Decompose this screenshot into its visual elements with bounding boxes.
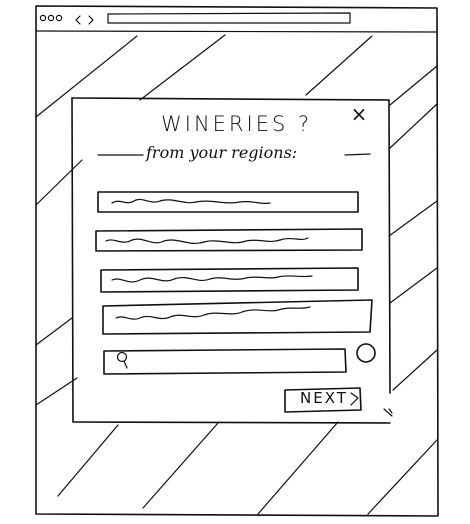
background-hatch — [35, 34, 438, 515]
list-item[interactable] — [100, 267, 359, 293]
back-button-hit[interactable] — [72, 12, 84, 26]
browser-window — [35, 5, 439, 517]
round-button-hit[interactable] — [355, 342, 377, 364]
sketch-canvas — [35, 5, 439, 517]
window-dot-icon — [55, 14, 63, 22]
search-input[interactable] — [130, 353, 335, 371]
window-dot-icon — [39, 14, 47, 22]
window-controls — [39, 14, 63, 22]
list-item[interactable] — [102, 299, 373, 335]
next-button-hit[interactable] — [285, 388, 361, 412]
search-icon — [116, 351, 128, 369]
close-icon[interactable]: × — [350, 103, 368, 125]
subtitle-rule-right — [344, 153, 371, 156]
list-item[interactable] — [95, 228, 363, 252]
window-dot-icon — [47, 14, 55, 22]
forward-button-hit[interactable] — [86, 12, 98, 26]
modal-subtitle: from your regions: — [146, 143, 298, 162]
wireframe-sketch: WINERIES ? from your regions: × NEXT — [0, 0, 470, 524]
list-item[interactable] — [97, 191, 359, 213]
modal-title: WINERIES ? — [161, 112, 313, 136]
address-bar-hit[interactable] — [108, 13, 351, 24]
resize-handle-icon — [383, 408, 393, 417]
